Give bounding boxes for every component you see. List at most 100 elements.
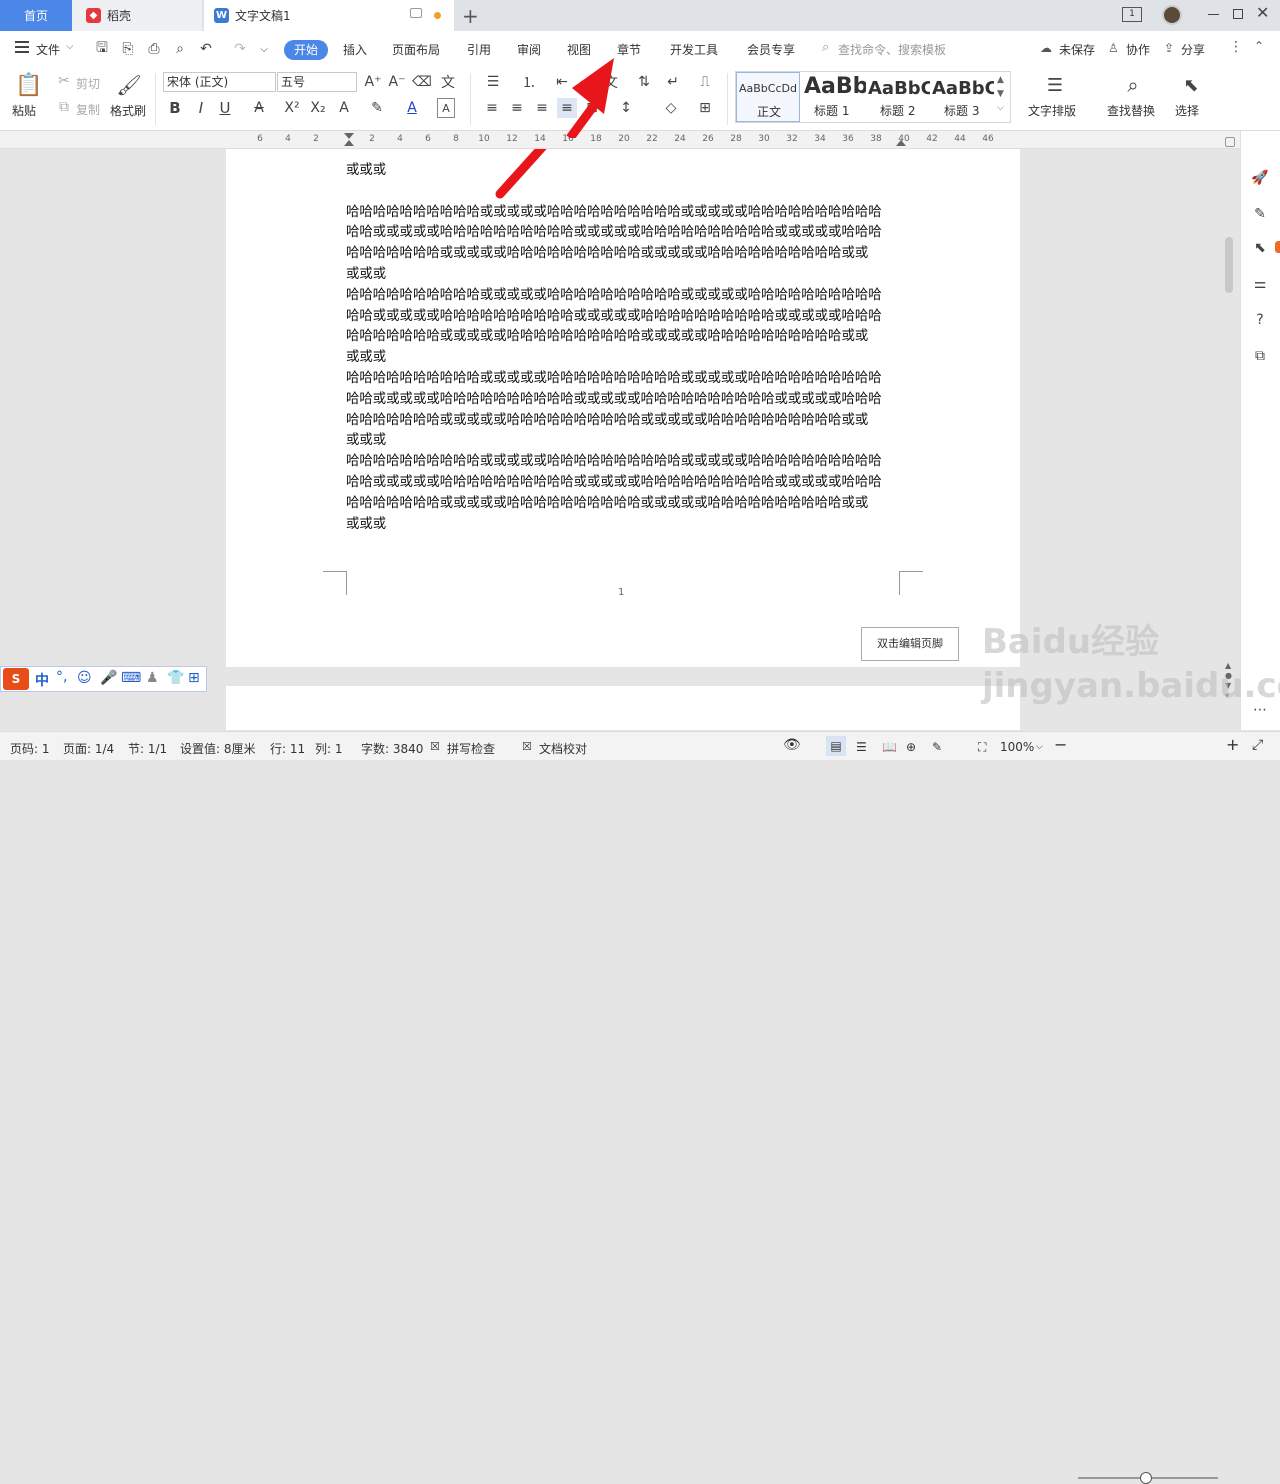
document-line[interactable]: 哈哈哈哈哈哈哈哈哈哈或或或或或哈哈哈哈哈哈哈哈哈哈或或或或或哈哈哈哈哈哈哈哈哈哈 — [346, 369, 882, 389]
status-setting[interactable]: 设置值: 8厘米 — [180, 740, 256, 757]
tab-view[interactable]: 视图 — [567, 40, 591, 60]
new-tab-plus-icon[interactable]: + — [462, 4, 479, 28]
strikethrough-icon[interactable]: A — [250, 98, 268, 118]
zoom-in-icon[interactable]: + — [1226, 735, 1239, 754]
undo-icon[interactable]: ↶ — [196, 39, 216, 59]
outline-view-icon[interactable]: ☰ — [856, 740, 867, 754]
char-border-icon[interactable]: A — [437, 98, 455, 118]
pen-icon[interactable]: ✎ — [1249, 203, 1271, 225]
document-line[interactable]: 哈哈哈哈哈哈哈或或或或或哈哈哈哈哈哈哈哈哈哈或或或或或哈哈哈哈哈哈哈哈哈哈或或 — [346, 411, 868, 431]
style-normal[interactable]: AaBbCcDd 正文 — [736, 72, 800, 122]
restore-icon[interactable] — [1233, 9, 1243, 19]
borders-icon[interactable]: ⊞ — [694, 98, 716, 118]
align-center-icon[interactable]: ≡ — [507, 98, 527, 118]
ime-mode-toggle[interactable]: 中 — [35, 670, 49, 690]
user-icon[interactable]: ♟ — [146, 670, 159, 686]
close-icon[interactable]: ✕ — [1256, 3, 1269, 22]
voice-icon[interactable]: 🎤 — [100, 670, 117, 686]
spellcheck-button[interactable]: 拼写检查 — [447, 740, 495, 757]
document-line[interactable]: 哈哈哈哈哈哈哈哈哈哈或或或或或哈哈哈哈哈哈哈哈哈哈或或或或或哈哈哈哈哈哈哈哈哈哈 — [346, 452, 882, 472]
bullet-list-icon[interactable]: ☰ — [482, 72, 504, 92]
bold-icon[interactable]: B — [166, 98, 184, 118]
zoom-out-icon[interactable]: − — [1054, 735, 1067, 754]
copy-button[interactable]: 复制 — [76, 101, 100, 118]
align-right-icon[interactable]: ≡ — [532, 98, 552, 118]
document-line[interactable]: 哈哈哈哈哈哈哈或或或或或哈哈哈哈哈哈哈哈哈哈或或或或或哈哈哈哈哈哈哈哈哈哈或或 — [346, 327, 868, 347]
tab-review[interactable]: 审阅 — [517, 40, 541, 60]
paste-button[interactable]: 粘贴 — [12, 102, 36, 119]
document-line[interactable]: 或或或 — [346, 515, 386, 535]
align-left-icon[interactable]: ≡ — [482, 98, 502, 118]
font-grow-icon[interactable]: A⁺ — [364, 72, 382, 92]
document-line[interactable]: 哈哈哈哈哈哈哈或或或或或哈哈哈哈哈哈哈哈哈哈或或或或或哈哈哈哈哈哈哈哈哈哈或或 — [346, 494, 868, 514]
keyboard-icon[interactable]: ⌨ — [121, 670, 141, 686]
fullscreen-icon[interactable]: ⤢ — [1252, 737, 1263, 753]
tab-document[interactable]: W 文字文稿1 — [204, 0, 454, 31]
status-row[interactable]: 行: 11 — [270, 740, 305, 757]
document-line[interactable]: 哈哈或或或或或哈哈哈哈哈哈哈哈哈哈或或或或或哈哈哈哈哈哈哈哈哈哈或或或或或哈哈哈 — [346, 390, 882, 410]
print-preview-icon[interactable]: ⌕ — [170, 39, 190, 59]
redo-icon[interactable]: ↷ — [230, 39, 250, 59]
font-shrink-icon[interactable]: A⁻ — [388, 72, 406, 92]
collab-button[interactable]: 协作 — [1126, 40, 1150, 60]
tab-chapter[interactable]: 章节 — [617, 40, 641, 60]
font-color-icon[interactable]: A — [403, 98, 421, 118]
numbered-list-icon[interactable]: ⒈ — [518, 72, 540, 92]
style-heading-1[interactable]: AaBb 标题 1 — [802, 72, 866, 122]
left-indent-marker-icon[interactable] — [344, 140, 354, 146]
pointer-icon[interactable]: ⬉ — [1249, 237, 1271, 259]
share-button[interactable]: 分享 — [1181, 40, 1205, 60]
tab-page-layout[interactable]: 页面布局 — [392, 40, 440, 60]
edit-footer-button[interactable]: 双击编辑页脚 — [861, 627, 959, 661]
document-line[interactable]: 或或或 — [346, 431, 386, 451]
document-line[interactable]: 或或或 — [346, 265, 386, 285]
document-line[interactable]: 哈哈或或或或或哈哈哈哈哈哈哈哈哈哈或或或或或哈哈哈哈哈哈哈哈哈哈或或或或或哈哈哈 — [346, 307, 882, 327]
eye-protection-icon[interactable]: 👁 — [783, 737, 801, 753]
style-gallery-scroll-icon[interactable]: ▲ ▼ ⌵ — [997, 73, 1004, 115]
command-search-input[interactable]: 查找命令、搜索模板 — [838, 40, 946, 60]
toolbox-icon[interactable]: ⊞ — [188, 670, 200, 686]
document-page[interactable]: 或或或 哈哈哈哈哈哈哈哈哈哈或或或或或哈哈哈哈哈哈哈哈哈哈或或或或或哈哈哈哈哈哈哈… — [226, 149, 1020, 667]
status-word-count[interactable]: 字数: 3840 — [361, 740, 423, 757]
subscript-icon[interactable]: X₂ — [309, 98, 327, 118]
scrollbar-thumb[interactable] — [1225, 237, 1233, 293]
monitor-icon[interactable] — [410, 8, 422, 18]
web-view-icon[interactable]: ⊕ — [906, 740, 916, 754]
tab-start[interactable]: 开始 — [284, 40, 329, 60]
clear-format-icon[interactable]: ⌫ — [412, 72, 432, 92]
select-button[interactable]: 选择 — [1175, 102, 1199, 119]
help-icon[interactable]: ? — [1249, 309, 1271, 331]
document-line[interactable]: 哈哈哈哈哈哈哈或或或或或哈哈哈哈哈哈哈哈哈哈或或或或或哈哈哈哈哈哈哈哈哈哈或或 — [346, 244, 868, 264]
sogou-logo-icon[interactable]: S — [3, 668, 29, 690]
zoom-dropdown-icon[interactable]: ⌵ — [1036, 742, 1043, 752]
document-line[interactable]: 哈哈哈哈哈哈哈哈哈哈或或或或或哈哈哈哈哈哈哈哈哈哈或或或或或哈哈哈哈哈哈哈哈哈哈 — [346, 286, 882, 306]
page-view-icon[interactable]: ▤ — [826, 736, 846, 756]
italic-icon[interactable]: I — [192, 98, 210, 118]
format-painter-button[interactable]: 格式刷 — [110, 102, 146, 119]
avatar[interactable] — [1162, 5, 1182, 25]
chevron-down-icon[interactable]: ⌵ — [66, 41, 74, 52]
font-name-select[interactable]: 宋体 (正文) — [163, 72, 276, 92]
unsaved-button[interactable]: 未保存 — [1059, 40, 1095, 60]
tab-member[interactable]: 会员专享 — [747, 40, 795, 60]
rocket-icon[interactable]: 🚀 — [1249, 167, 1271, 189]
text-layout-button[interactable]: 文字排版 — [1028, 102, 1076, 119]
hamburger-icon[interactable] — [15, 41, 29, 43]
vertical-scrollbar[interactable]: ▲ ● ▼ ▾ — [1222, 131, 1238, 730]
scroll-top-icon[interactable] — [1225, 137, 1235, 147]
tab-ruler-icon[interactable]: ⎍ — [695, 72, 715, 92]
status-col[interactable]: 列: 1 — [315, 740, 343, 757]
menu-file[interactable]: 文件 — [36, 40, 60, 60]
reading-view-icon[interactable]: 📖 — [882, 740, 897, 754]
tab-references[interactable]: 引用 — [467, 40, 491, 60]
zoom-slider-thumb[interactable] — [1140, 1472, 1152, 1484]
fit-page-icon[interactable]: ⛶ — [978, 740, 986, 755]
emoji-icon[interactable]: ☺ — [77, 670, 92, 686]
status-pages[interactable]: 页面: 1/4 — [63, 740, 114, 757]
superscript-icon[interactable]: X² — [283, 98, 301, 118]
document-line[interactable]: 或或或 — [346, 161, 386, 181]
document-line[interactable]: 哈哈或或或或或哈哈哈哈哈哈哈哈哈哈或或或或或哈哈哈哈哈哈哈哈哈哈或或或或或哈哈哈 — [346, 223, 882, 243]
shading-icon[interactable]: ◇ — [660, 98, 682, 118]
paste-icon[interactable]: 📋 — [15, 71, 42, 99]
tab-home[interactable]: 首页 — [0, 0, 72, 31]
